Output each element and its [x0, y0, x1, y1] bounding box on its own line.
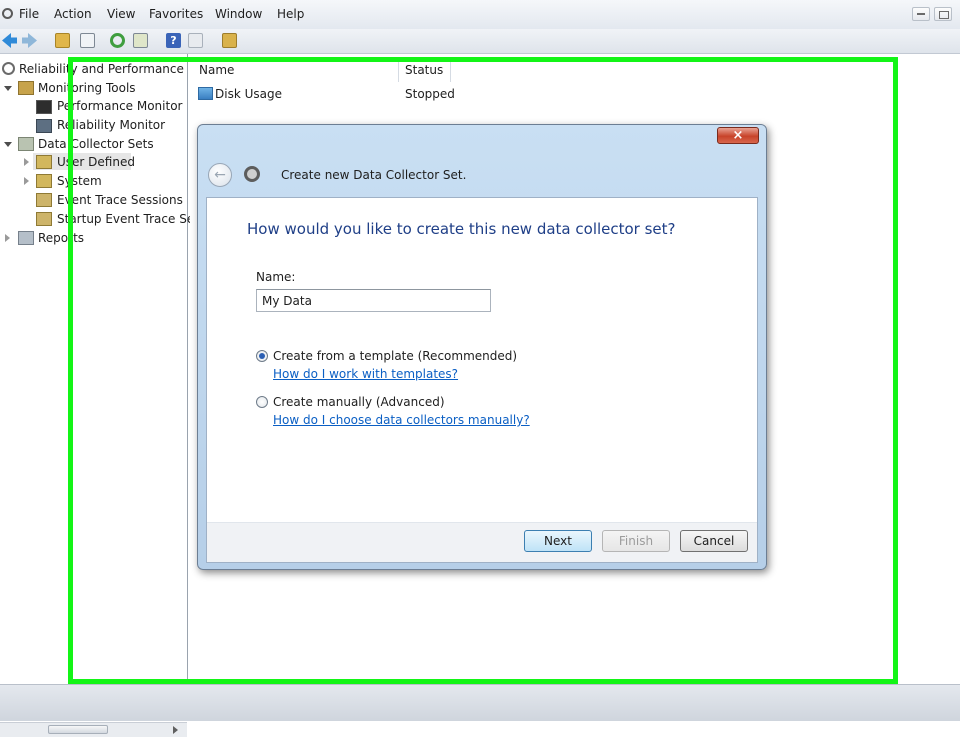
link-templates-help[interactable]: How do I work with templates? [273, 367, 458, 381]
radio-create-manually[interactable] [256, 396, 268, 408]
scrollbar-thumb[interactable] [48, 725, 108, 734]
menu-window[interactable]: Window [215, 7, 262, 21]
radio-selected-dot [259, 353, 265, 359]
next-button[interactable]: Next [524, 530, 592, 552]
menu-action[interactable]: Action [54, 7, 92, 21]
menu-view[interactable]: View [107, 7, 135, 21]
reports-icon [18, 231, 34, 245]
app-icon [2, 8, 13, 19]
status-bar [0, 684, 960, 721]
tree-item-event-trace-sessions[interactable]: Event Trace Sessions [57, 193, 183, 207]
radio-label-template[interactable]: Create from a template (Recommended) [273, 349, 517, 363]
wizard-question: How would you like to create this new da… [247, 220, 676, 238]
properties-icon[interactable] [188, 33, 203, 48]
wizard-icon [244, 166, 260, 182]
reliability-icon [2, 62, 15, 75]
back-arrow-icon[interactable]: ← [208, 163, 232, 187]
startup-trace-folder-icon [36, 212, 52, 226]
tree-item-performance-monitor[interactable]: Performance Monitor [57, 99, 182, 113]
minimize-button[interactable] [912, 7, 930, 21]
create-data-collector-set-dialog: × ← Create new Data Collector Set. How w… [197, 124, 767, 570]
toolbar: ? [0, 29, 960, 54]
collapse-arrow-icon[interactable] [24, 158, 29, 166]
collapse-arrow-icon[interactable] [24, 177, 29, 185]
tree-horizontal-scrollbar[interactable] [0, 722, 187, 737]
tree-item-data-collector-sets[interactable]: Data Collector Sets [38, 137, 154, 151]
show-hide-tree-icon[interactable] [80, 33, 95, 48]
radio-create-from-template[interactable] [256, 350, 268, 362]
column-header-status[interactable]: Status [405, 63, 443, 77]
refresh-icon[interactable] [110, 33, 125, 48]
expand-arrow-icon[interactable] [4, 142, 12, 147]
tree-item-monitoring-tools[interactable]: Monitoring Tools [38, 81, 136, 95]
folder-icon [18, 81, 34, 95]
finish-button[interactable]: Finish [602, 530, 670, 552]
data-collector-set-icon [198, 87, 213, 100]
tree-item-reliability-monitor[interactable]: Reliability Monitor [57, 118, 165, 132]
name-label: Name: [256, 270, 296, 284]
reliability-monitor-icon [36, 119, 52, 133]
button-area: Next Finish Cancel [207, 523, 757, 562]
link-manual-help[interactable]: How do I choose data collectors manually… [273, 413, 530, 427]
tree-item-startup-event-trace-sessions[interactable]: Startup Event Trace Ses [57, 212, 200, 226]
menu-help[interactable]: Help [277, 7, 304, 21]
menu-file[interactable]: File [19, 7, 39, 21]
back-icon[interactable] [2, 33, 17, 48]
tree-item-reports[interactable]: Reports [38, 231, 84, 245]
scroll-right-icon[interactable] [173, 726, 178, 734]
up-folder-icon[interactable] [55, 33, 70, 48]
expand-arrow-icon[interactable] [4, 86, 12, 91]
forward-icon[interactable] [22, 33, 37, 48]
menu-favorites[interactable]: Favorites [149, 7, 203, 21]
column-separator[interactable] [398, 60, 399, 82]
name-input[interactable] [256, 289, 491, 312]
column-header-name[interactable]: Name [199, 63, 234, 77]
event-trace-folder-icon [36, 193, 52, 207]
tree-item-root[interactable]: Reliability and Performance [19, 62, 184, 76]
cancel-button[interactable]: Cancel [680, 530, 748, 552]
column-separator[interactable] [450, 60, 451, 82]
tree-item-system[interactable]: System [57, 174, 102, 188]
close-button[interactable]: × [717, 127, 759, 144]
tree-item-user-defined[interactable]: User Defined [57, 155, 135, 169]
data-collector-sets-icon [18, 137, 34, 151]
new-icon[interactable] [222, 33, 237, 48]
row-status-cell: Stopped [405, 87, 455, 101]
collapse-arrow-icon[interactable] [5, 234, 10, 242]
menu-bar: File Action View Favorites Window Help [0, 0, 960, 30]
navigation-tree: Reliability and Performance Monitoring T… [0, 54, 200, 737]
performance-monitor-icon [36, 100, 52, 114]
restore-button[interactable] [934, 7, 952, 21]
dialog-title: Create new Data Collector Set. [281, 168, 467, 182]
export-icon[interactable] [133, 33, 148, 48]
system-folder-icon [36, 174, 52, 188]
dialog-content: How would you like to create this new da… [206, 197, 758, 563]
user-defined-folder-icon [36, 155, 52, 169]
row-name-cell[interactable]: Disk Usage [215, 87, 282, 101]
help-icon[interactable]: ? [166, 33, 181, 48]
radio-label-manual[interactable]: Create manually (Advanced) [273, 395, 445, 409]
